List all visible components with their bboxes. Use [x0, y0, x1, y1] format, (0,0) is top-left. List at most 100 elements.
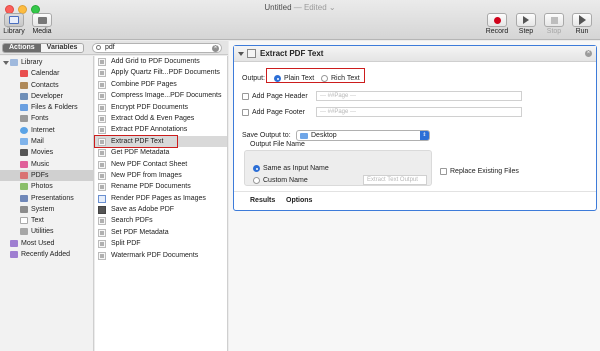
action-new-contact-sheet[interactable]: New PDF Contact Sheet — [95, 159, 227, 170]
edited-indicator[interactable]: — Edited ⌄ — [294, 3, 336, 12]
category-mail[interactable]: Mail — [0, 136, 93, 147]
action-icon — [98, 103, 106, 112]
category-music[interactable]: Music — [0, 159, 93, 170]
step-button[interactable]: Step — [513, 13, 539, 35]
custom-name-radio[interactable] — [253, 177, 260, 184]
preview-icon — [98, 194, 106, 203]
category-label: Contacts — [31, 81, 59, 89]
search-input[interactable]: pdf × — [92, 43, 222, 53]
category-label: Music — [31, 160, 50, 168]
add-page-header-label: Add Page Header — [252, 93, 308, 100]
category-label: Presentations — [31, 194, 74, 202]
category-system[interactable]: System — [0, 204, 93, 215]
highlight-box-output-options — [266, 68, 365, 83]
save-output-value: Desktop — [311, 132, 337, 139]
action-extract-odd-even[interactable]: Extract Odd & Even Pages — [95, 113, 227, 124]
action-render-pages-as-images[interactable]: Render PDF Pages as Images — [95, 193, 227, 204]
library-header: Actions Variables pdf × — [0, 41, 228, 55]
category-presentations[interactable]: Presentations — [0, 193, 93, 204]
action-icon — [98, 92, 106, 101]
action-apply-quartz-filter[interactable]: Apply Quartz Filt...PDF Documents — [95, 67, 227, 78]
category-photos[interactable]: Photos — [0, 181, 93, 192]
replace-existing-checkbox[interactable] — [440, 168, 447, 175]
action-label: Save as Adobe PDF — [111, 206, 175, 214]
action-encrypt-pdf[interactable]: Encrypt PDF Documents — [95, 102, 227, 113]
category-pdfs[interactable]: PDFs — [0, 169, 93, 182]
action-set-pdf-metadata[interactable]: Set PDF Metadata — [95, 227, 227, 238]
action-get-pdf-metadata[interactable]: Get PDF Metadata — [95, 147, 227, 158]
action-icon — [98, 126, 106, 135]
action-split-pdf[interactable]: Split PDF — [95, 238, 227, 249]
category-label: Fonts — [31, 115, 49, 123]
action-icon — [98, 183, 106, 192]
disclosure-triangle-icon[interactable] — [3, 61, 9, 65]
category-recently-added[interactable]: Recently Added — [0, 249, 93, 260]
category-label: Library — [21, 59, 43, 66]
category-most-used[interactable]: Most Used — [0, 238, 93, 249]
custom-name-field[interactable]: Extract Text Output — [363, 175, 427, 185]
action-icon — [98, 80, 106, 89]
action-card-title: Extract PDF Text — [260, 49, 324, 58]
category-utilities[interactable]: Utilities — [0, 226, 93, 237]
action-label: Split PDF — [111, 240, 141, 248]
utilities-icon — [20, 228, 28, 236]
action-watermark-pdf[interactable]: Watermark PDF Documents — [95, 250, 227, 261]
desktop-folder-icon — [300, 133, 308, 139]
action-save-as-adobe-pdf[interactable]: Save as Adobe PDF — [95, 204, 227, 215]
document-name: Untitled — [264, 3, 292, 12]
action-rename-pdf[interactable]: Rename PDF Documents — [95, 181, 227, 192]
category-library[interactable]: Library — [0, 57, 93, 68]
tab-results[interactable]: Results — [250, 197, 275, 204]
movies-icon — [20, 149, 28, 157]
action-add-grid[interactable]: Add Grid to PDF Documents — [95, 56, 227, 67]
remove-action-icon[interactable]: × — [585, 50, 592, 57]
stop-button[interactable]: Stop — [541, 13, 567, 35]
record-button[interactable]: Record — [484, 13, 510, 35]
stop-icon — [550, 16, 558, 24]
text-icon — [20, 217, 28, 225]
save-output-select[interactable]: Desktop ⇕ — [296, 130, 430, 141]
category-contacts[interactable]: Contacts — [0, 80, 93, 91]
library-button-label: Library — [3, 28, 25, 35]
category-calendar[interactable]: Calendar — [0, 68, 93, 79]
action-card-header: Extract PDF Text × — [234, 46, 596, 62]
category-list: Library Calendar Contacts Developer File… — [0, 56, 94, 351]
category-label: Photos — [31, 183, 53, 191]
library-segmented-control: Actions Variables — [2, 43, 85, 53]
run-button[interactable]: Run — [569, 13, 595, 35]
internet-icon — [20, 126, 28, 134]
tab-options[interactable]: Options — [286, 197, 312, 204]
media-button[interactable]: Media — [29, 13, 55, 35]
category-text[interactable]: Text — [0, 215, 93, 226]
output-file-name-heading: Output File Name — [248, 141, 307, 148]
pdf-action-icon — [247, 49, 256, 58]
category-developer[interactable]: Developer — [0, 91, 93, 102]
category-movies[interactable]: Movies — [0, 147, 93, 158]
action-card-tabs: Results Options — [234, 191, 596, 209]
action-compress-images[interactable]: Compress Image...PDF Documents — [95, 90, 227, 101]
clear-search-icon[interactable]: × — [212, 45, 219, 52]
actions-tab[interactable]: Actions — [3, 44, 41, 52]
action-icon — [98, 251, 106, 260]
action-new-pdf-from-images[interactable]: New PDF from Images — [95, 170, 227, 181]
category-label: Calendar — [31, 70, 60, 78]
printer-icon — [98, 206, 106, 215]
category-files-folders[interactable]: Files & Folders — [0, 102, 93, 113]
category-label: Internet — [31, 126, 55, 134]
category-fonts[interactable]: Fonts — [0, 113, 93, 124]
category-internet[interactable]: Internet — [0, 125, 93, 136]
add-page-footer-checkbox[interactable] — [242, 109, 249, 116]
collapse-triangle-icon[interactable] — [238, 52, 244, 56]
same-as-input-radio[interactable] — [253, 165, 260, 172]
action-search-pdfs[interactable]: Search PDFs — [95, 215, 227, 226]
variables-tab[interactable]: Variables — [40, 44, 84, 52]
page-header-field[interactable]: --- ##Page --- — [316, 91, 522, 101]
action-icon — [98, 114, 106, 123]
library-button[interactable]: Library — [1, 13, 27, 35]
calendar-icon — [20, 70, 28, 78]
developer-icon — [20, 92, 28, 100]
add-page-header-checkbox[interactable] — [242, 93, 249, 100]
page-footer-field[interactable]: --- ##Page --- — [316, 107, 522, 117]
action-combine-pdf-pages[interactable]: Combine PDF Pages — [95, 79, 227, 90]
library-icon — [9, 16, 19, 24]
